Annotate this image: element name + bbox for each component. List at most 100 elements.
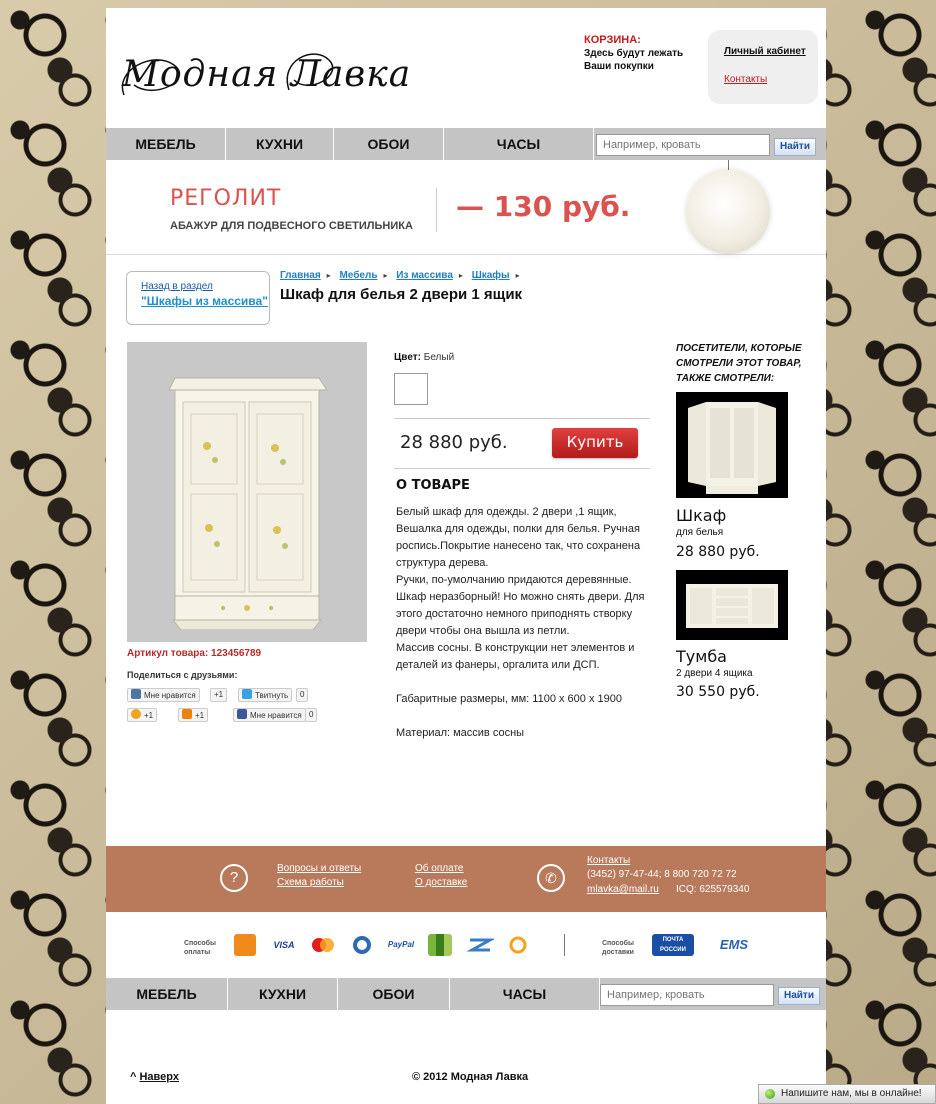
related-item-image[interactable] — [676, 570, 788, 640]
twitter-icon — [242, 689, 252, 699]
product-image[interactable] — [127, 342, 367, 642]
contacts-link[interactable]: Контакты — [724, 74, 818, 85]
promo-divider — [436, 188, 437, 232]
nav-item-kitchens[interactable]: КУХНИ — [226, 128, 334, 160]
phone-numbers: (3452) 97-47-44; 8 800 720 72 72 — [587, 869, 737, 880]
back-to-top[interactable]: ^ Наверх — [130, 1071, 179, 1083]
nav-item-furniture[interactable]: МЕБЕЛЬ — [106, 128, 226, 160]
promo-price: — 130 руб. — [456, 190, 631, 223]
nav-item-wallpaper[interactable]: ОБОИ — [334, 128, 444, 160]
cart-line: Здесь будут лежать — [584, 48, 684, 59]
copyright: © 2012 Модная Лавка — [412, 1071, 529, 1083]
related-item-name[interactable]: Шкаф — [676, 506, 726, 525]
contact-transfer-icon — [466, 934, 496, 956]
related-item-name[interactable]: Тумба — [676, 647, 727, 666]
product-price: 28 880 руб. — [400, 432, 508, 453]
odnoklassniki-button[interactable]: +1 — [178, 708, 209, 722]
page-container: Модная Лавка КОРЗИНА: Здесь будут лежать… — [106, 8, 826, 1104]
email-link[interactable]: mlavka@mail.ru — [587, 884, 659, 895]
twitter-count: 0 — [296, 688, 309, 702]
color-swatch-white[interactable] — [394, 373, 428, 405]
twitter-button[interactable]: Твитнуть — [238, 688, 293, 702]
back-to-section-box[interactable]: Назад в раздел "Шкафы из массива" — [126, 271, 270, 325]
bottom-nav: МЕБЕЛЬ КУХНИ ОБОИ ЧАСЫ Найти — [106, 978, 826, 1010]
nav-item-kitchens[interactable]: КУХНИ — [228, 978, 338, 1010]
odnoklassniki-icon — [182, 709, 192, 719]
search-button[interactable]: Найти — [774, 138, 816, 156]
online-chat-button[interactable]: Напишите нам, мы в онлайне! — [758, 1084, 936, 1104]
related-item-price: 30 550 руб. — [676, 684, 760, 700]
vk-like-button[interactable]: Мне нравится — [127, 688, 200, 702]
search-input[interactable] — [596, 134, 770, 156]
share-label: Поделиться с друзьями: — [127, 670, 238, 680]
footer-contacts-link[interactable]: Контакты — [587, 855, 630, 866]
facebook-like-button[interactable]: Мне нравится — [233, 708, 306, 722]
payment-methods: Способы оплаты VISA PayPal Способы доставк… — [106, 912, 826, 978]
account-box: Личный кабинет Контакты — [708, 30, 818, 104]
mastercard-icon — [308, 934, 338, 956]
nav-item-furniture[interactable]: МЕБЕЛЬ — [106, 978, 228, 1010]
account-link[interactable]: Личный кабинет — [724, 46, 818, 57]
cart-line: Ваши покупки — [584, 61, 654, 72]
cart-title: КОРЗИНА: — [584, 34, 641, 46]
breadcrumb-home[interactable]: Главная — [280, 270, 321, 281]
facebook-icon — [237, 709, 247, 719]
breadcrumb: Главная ▸ Мебель ▸ Из массива ▸ Шкафы ▸ — [280, 270, 526, 281]
breadcrumb-separator-icon: ▸ — [458, 271, 463, 280]
wardrobe-image — [168, 377, 328, 630]
page-title: Шкаф для белья 2 двери 1 ящик — [280, 286, 523, 303]
related-item-image[interactable] — [676, 392, 788, 498]
logo-text: Модная Лавка — [122, 54, 412, 95]
delivery-methods-label: Способы доставки — [602, 940, 634, 956]
about-heading: О ТОВАРЕ — [396, 478, 470, 493]
qiwi-icon — [428, 934, 452, 956]
nav-item-clocks[interactable]: ЧАСЫ — [444, 128, 594, 160]
about-text: Белый шкаф для одежды. 2 двери ,1 ящик, … — [396, 504, 646, 742]
search-input[interactable] — [600, 984, 774, 1006]
faq-link[interactable]: Вопросы и ответы — [277, 863, 361, 874]
related-item-sub: для белья — [676, 527, 724, 538]
about-paragraph: Шкаф неразборный! Но можно снять двери. … — [396, 591, 645, 637]
search-button[interactable]: Найти — [778, 987, 820, 1005]
color-value: Белый — [423, 352, 455, 363]
online-status-icon — [765, 1089, 775, 1099]
mailru-button[interactable]: +1 — [127, 708, 158, 722]
question-icon: ? — [220, 864, 248, 892]
back-link-small[interactable]: Назад в раздел — [141, 281, 269, 292]
ems-icon: EMS — [719, 937, 749, 952]
related-heading: ПОСЕТИТЕЛИ, КОТОРЫЕ СМОТРЕЛИ ЭТОТ ТОВАР,… — [676, 343, 802, 384]
breadcrumb-solid-wood[interactable]: Из массива — [396, 270, 453, 281]
facebook-count: 0 — [305, 708, 318, 722]
nav-item-wallpaper[interactable]: ОБОИ — [338, 978, 450, 1010]
chat-label: Напишите нам, мы в онлайне! — [781, 1088, 922, 1099]
breadcrumb-furniture[interactable]: Мебель — [339, 270, 377, 281]
related-item-price: 28 880 руб. — [676, 544, 760, 560]
about-paragraph: Белый шкаф для одежды. 2 двери ,1 ящик, … — [396, 506, 641, 569]
promo-banner[interactable]: РЕГОЛИТ АБАЖУР ДЛЯ ПОДВЕСНОГО СВЕТИЛЬНИК… — [106, 160, 826, 255]
back-link-section[interactable]: "Шкафы из массива" — [141, 294, 269, 308]
cart-block[interactable]: КОРЗИНА: Здесь будут лежать Ваши покупки — [584, 34, 683, 73]
top-nav: МЕБЕЛЬ КУХНИ ОБОИ ЧАСЫ Найти — [106, 128, 826, 160]
breadcrumb-wardrobes[interactable]: Шкафы — [472, 270, 510, 281]
vk-icon — [131, 689, 141, 699]
breadcrumb-separator-icon: ▸ — [515, 271, 520, 280]
webmoney-icon — [350, 934, 374, 956]
lamp-image — [686, 170, 770, 254]
footer-info-band: ? Вопросы и ответы Схема работы Об оплат… — [106, 846, 826, 912]
payment-methods-label: Способы оплаты — [184, 940, 216, 956]
delivery-info-link[interactable]: О доставке — [415, 877, 467, 888]
site-logo[interactable]: Модная Лавка — [114, 40, 414, 110]
back-to-top-link[interactable]: Наверх — [139, 1071, 179, 1083]
divider — [394, 418, 650, 419]
about-paragraph: Габаритные размеры, мм: 1100 х 600 х 190… — [396, 693, 622, 705]
nav-item-clocks[interactable]: ЧАСЫ — [450, 978, 600, 1010]
buy-button[interactable]: Купить — [552, 428, 638, 458]
about-paragraph: Массив сосны. В конструкции нет элементо… — [396, 642, 635, 671]
scheme-link[interactable]: Схема работы — [277, 877, 344, 888]
yandex-money-icon — [234, 934, 256, 956]
gplus-button[interactable]: +1 — [210, 688, 228, 702]
payment-info-link[interactable]: Об оплате — [415, 863, 463, 874]
promo-name: РЕГОЛИТ — [170, 186, 282, 211]
phone-icon: ✆ — [537, 864, 565, 892]
